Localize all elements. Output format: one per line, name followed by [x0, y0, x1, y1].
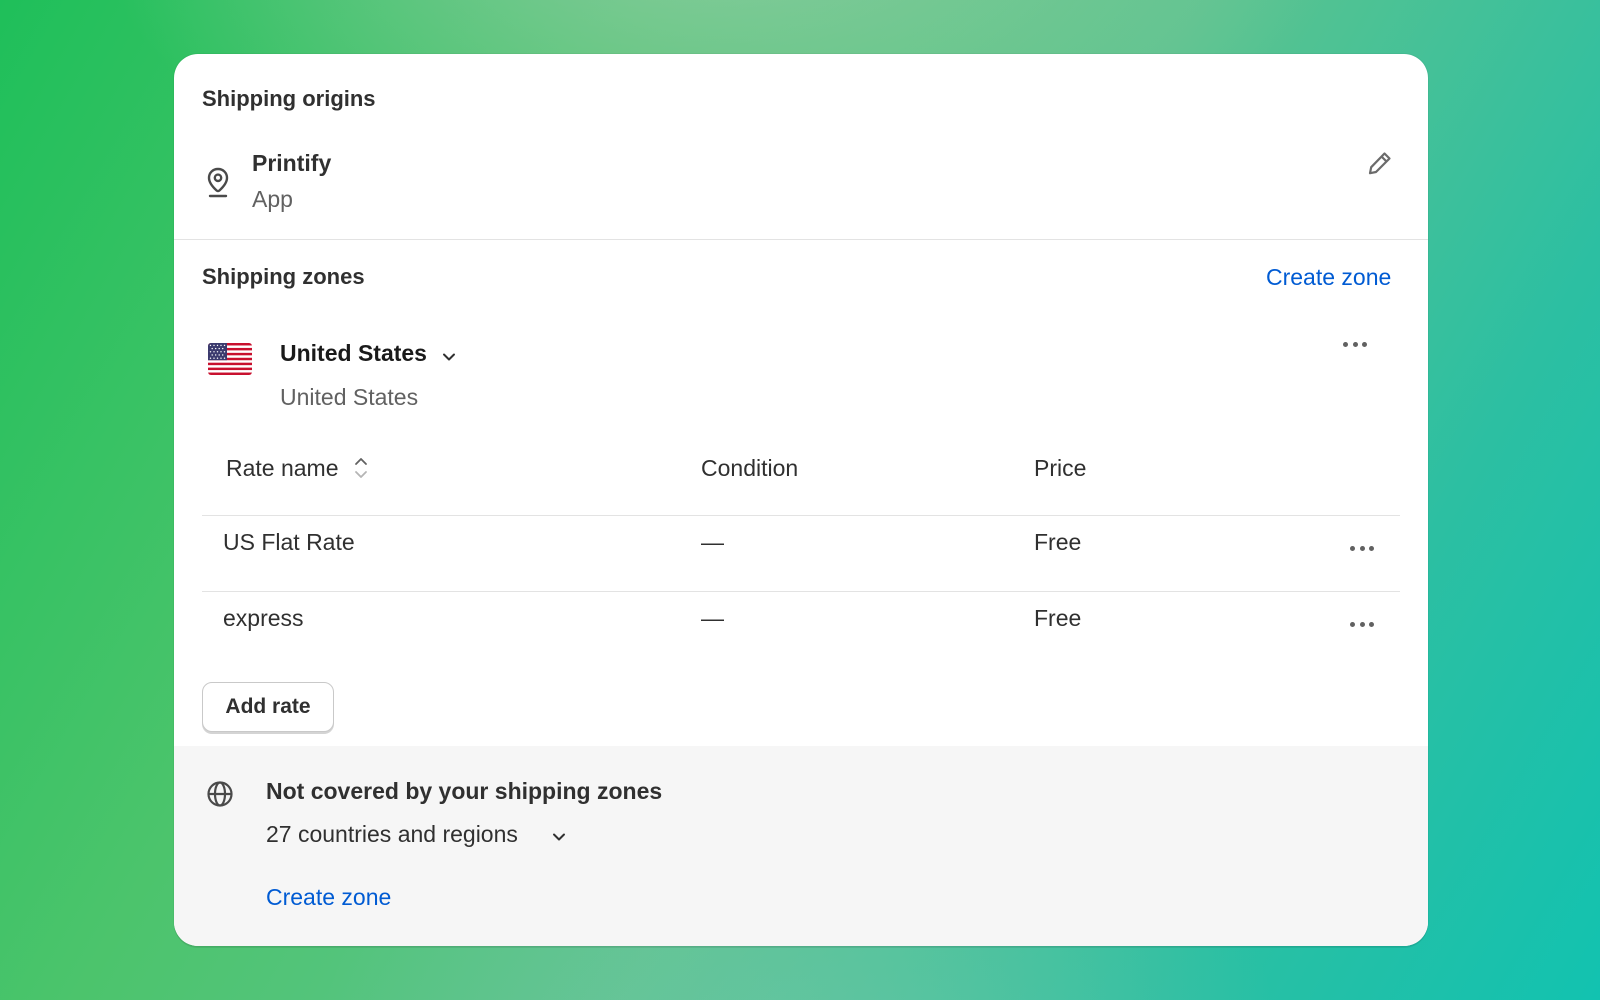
origin-subtitle: App	[252, 186, 293, 212]
zone-name[interactable]: United States	[280, 340, 427, 367]
section-divider	[174, 239, 1428, 240]
rate-price-cell: Free	[1034, 605, 1082, 631]
rate-name-cell: US Flat Rate	[223, 529, 355, 555]
not-covered-title: Not covered by your shipping zones	[266, 778, 663, 804]
column-header-rate-name[interactable]: Rate name	[226, 455, 339, 482]
sort-icon[interactable]	[352, 454, 370, 482]
add-rate-button[interactable]: Add rate	[202, 682, 334, 732]
rate-price-cell: Free	[1034, 529, 1082, 555]
shipping-card: Shipping origins Printify App Shipping z…	[174, 54, 1428, 946]
not-covered-section: Not covered by your shipping zones 27 co…	[174, 746, 1428, 946]
rate-condition-cell: —	[701, 529, 724, 555]
zone-countries: United States	[280, 384, 419, 410]
rate-name-cell: express	[223, 605, 304, 631]
chevron-down-icon[interactable]	[550, 828, 568, 846]
rate-more-horizontal-icon[interactable]	[1345, 614, 1379, 634]
table-divider	[202, 591, 1400, 592]
column-header-price: Price	[1034, 455, 1087, 481]
rate-condition-cell: —	[701, 605, 724, 631]
origin-name: Printify	[252, 150, 332, 176]
rate-more-horizontal-icon[interactable]	[1345, 538, 1379, 558]
pencil-icon[interactable]	[1366, 149, 1394, 177]
countries-count-toggle[interactable]: 27 countries and regions	[266, 821, 518, 848]
us-flag-icon	[208, 343, 252, 375]
shipping-origins-title: Shipping origins	[202, 86, 376, 111]
table-divider	[202, 515, 1400, 516]
globe-icon	[207, 781, 233, 807]
create-zone-link-footer[interactable]: Create zone	[266, 884, 391, 911]
map-pin-icon	[207, 167, 229, 198]
shipping-zones-title: Shipping zones	[202, 264, 365, 289]
column-header-condition: Condition	[701, 455, 799, 481]
zone-more-horizontal-icon[interactable]	[1338, 334, 1372, 354]
chevron-down-icon[interactable]	[440, 348, 458, 366]
create-zone-link[interactable]: Create zone	[1266, 264, 1391, 291]
